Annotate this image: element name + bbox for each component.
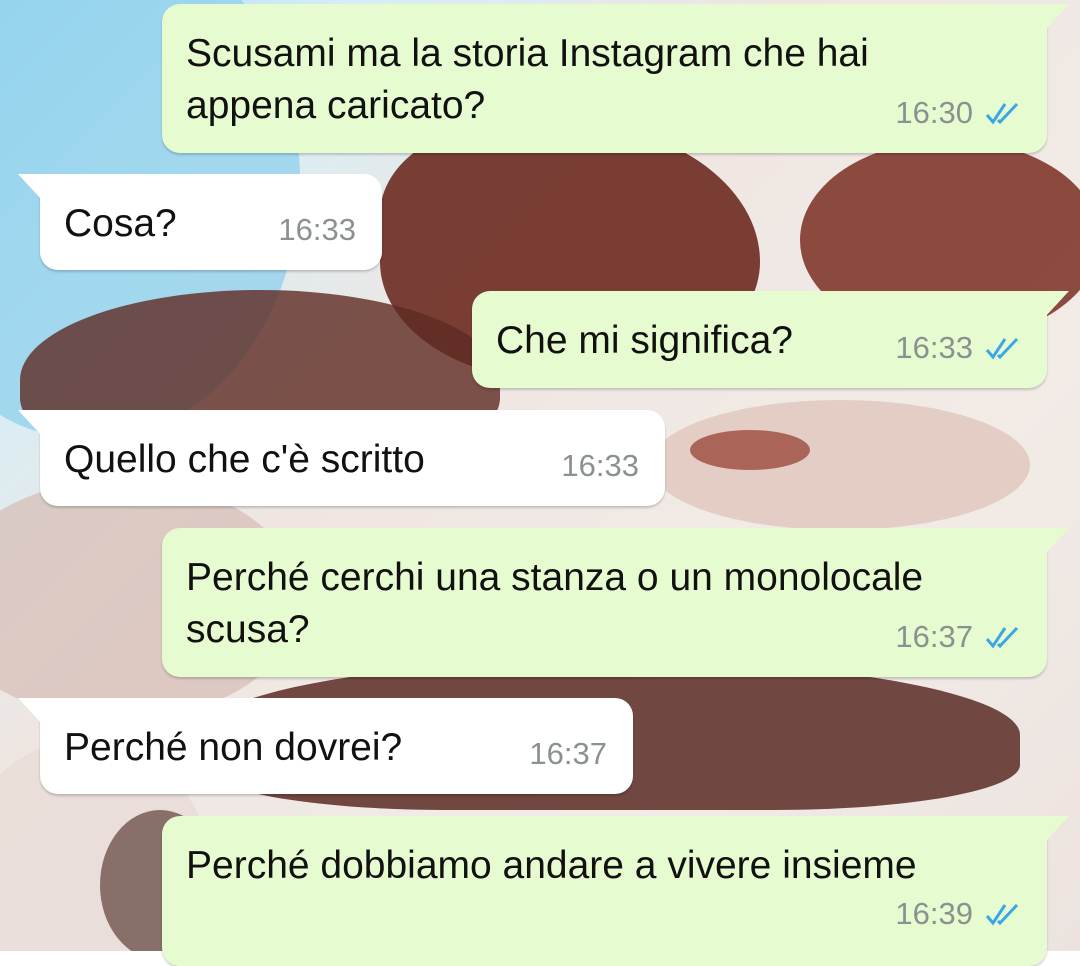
message-time: 16:33 <box>895 330 973 365</box>
chat-message-outgoing[interactable]: Perché dobbiamo andare a vivere insieme … <box>162 816 1069 966</box>
message-text: Perché non dovrei? <box>64 726 403 769</box>
chat-message-outgoing[interactable]: Scusami ma la storia Instagram che hai a… <box>162 4 1069 153</box>
message-time: 16:30 <box>895 95 973 130</box>
double-check-icon <box>985 102 1019 125</box>
message-text: Scusami ma la storia Instagram che hai a… <box>186 32 869 127</box>
chat-message-outgoing[interactable]: Che mi significa? 16:33 <box>472 291 1069 388</box>
message-text: Perché cerchi una stanza o un monolocale… <box>186 556 924 651</box>
message-text: Perché dobbiamo andare a vivere insieme <box>186 844 917 887</box>
double-check-icon <box>985 337 1019 360</box>
double-check-icon <box>985 626 1019 649</box>
chat-message-incoming[interactable]: Cosa? 16:33 <box>18 174 382 270</box>
message-text: Che mi significa? <box>496 319 793 362</box>
double-check-icon <box>985 903 1019 926</box>
message-time: 16:33 <box>561 448 639 483</box>
chat-message-outgoing[interactable]: Perché cerchi una stanza o un monolocale… <box>162 528 1069 677</box>
chat-message-incoming[interactable]: Quello che c'è scritto 16:33 <box>18 410 665 506</box>
message-text: Cosa? <box>64 202 177 245</box>
message-time: 16:37 <box>895 619 973 654</box>
message-time: 16:39 <box>895 896 973 931</box>
message-time: 16:37 <box>529 736 607 771</box>
message-text: Quello che c'è scritto <box>64 438 425 481</box>
message-time: 16:33 <box>278 212 356 247</box>
chat-message-incoming[interactable]: Perché non dovrei? 16:37 <box>18 698 633 794</box>
